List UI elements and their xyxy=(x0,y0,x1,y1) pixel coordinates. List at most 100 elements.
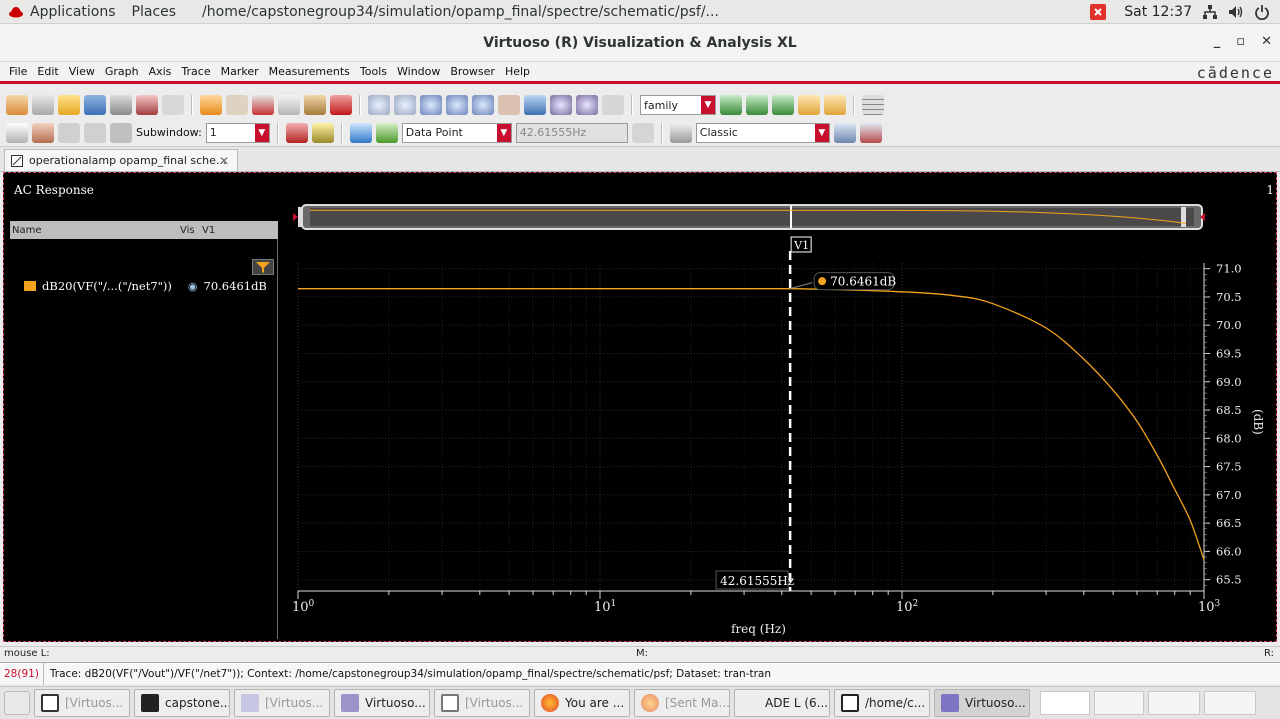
zoom-fit-icon[interactable] xyxy=(420,95,442,115)
style-select[interactable]: Classic ▼ xyxy=(695,122,830,143)
scroll-left-icon[interactable] xyxy=(293,213,298,221)
legend-trace-row[interactable]: dB20(VF("/...("/net7")) ◉ 70.6461dB xyxy=(24,279,267,293)
zoom-x-icon[interactable] xyxy=(446,95,468,115)
zoom-out-icon[interactable] xyxy=(394,95,416,115)
close-button[interactable]: ✕ xyxy=(1261,34,1272,49)
menu-measurements[interactable]: Measurements xyxy=(264,65,355,78)
task-virtuoso-1[interactable]: [Virtuos... xyxy=(34,689,130,717)
trace-color-swatch[interactable] xyxy=(24,281,36,291)
task-virtuoso-4[interactable]: [Virtuos... xyxy=(434,689,530,717)
next-marker-icon[interactable] xyxy=(375,122,398,143)
vertical-split-icon[interactable] xyxy=(84,122,106,143)
pointer-mode-icon[interactable] xyxy=(6,122,28,143)
workspace-1[interactable] xyxy=(1040,691,1090,715)
chevron-down-icon[interactable]: ▼ xyxy=(701,96,715,114)
family-select[interactable]: family ▼ xyxy=(640,95,716,115)
task-virtuoso-2[interactable]: [Virtuos... xyxy=(234,689,330,717)
task-terminal[interactable]: capstone... xyxy=(134,689,230,717)
applications-menu[interactable]: Applications xyxy=(0,0,124,24)
redo-icon[interactable] xyxy=(226,95,248,115)
paste-icon[interactable] xyxy=(304,95,326,115)
grid-toggle-icon[interactable] xyxy=(862,95,884,115)
previous-marker-icon[interactable] xyxy=(349,122,372,143)
open-folder-icon[interactable] xyxy=(58,95,80,115)
task-virtuoso-active[interactable]: Virtuoso... xyxy=(934,689,1030,717)
calculator-icon[interactable] xyxy=(669,122,692,143)
clock[interactable]: Sat 12:37 xyxy=(1124,4,1192,20)
delete-icon[interactable] xyxy=(330,95,352,115)
places-menu[interactable]: Places xyxy=(124,0,185,24)
power-icon[interactable] xyxy=(1254,4,1270,20)
window-list-icon[interactable] xyxy=(833,122,856,143)
menu-tools[interactable]: Tools xyxy=(355,65,392,78)
zoom-reset-icon[interactable] xyxy=(576,95,598,115)
legend-col-name[interactable]: Name xyxy=(12,225,42,236)
scroller-right-handle[interactable] xyxy=(1181,207,1186,227)
menu-browser[interactable]: Browser xyxy=(445,65,500,78)
legend-col-vis[interactable]: Vis xyxy=(180,225,195,236)
browser-icon[interactable] xyxy=(162,95,184,115)
print-icon[interactable] xyxy=(110,95,132,115)
undo-icon[interactable] xyxy=(200,95,222,115)
chevron-down-icon[interactable]: ▼ xyxy=(496,123,511,142)
menu-file[interactable]: File xyxy=(4,65,32,78)
zoom-y-icon[interactable] xyxy=(472,95,494,115)
chevron-down-icon[interactable]: ▼ xyxy=(814,123,829,142)
workspace-4[interactable] xyxy=(1204,691,1256,715)
plot-icon[interactable] xyxy=(136,95,158,115)
close-icon[interactable]: ✕ xyxy=(219,154,229,168)
alert-icon[interactable] xyxy=(1090,4,1107,20)
menu-marker[interactable]: Marker xyxy=(216,65,264,78)
bookmark-icon[interactable] xyxy=(285,122,308,143)
horizontal-split-icon[interactable] xyxy=(58,122,80,143)
show-desktop-icon[interactable] xyxy=(4,691,30,715)
menu-help[interactable]: Help xyxy=(500,65,535,78)
overview-scroller[interactable] xyxy=(293,204,1205,230)
ac-response-chart[interactable]: 71.0 70.5 70.0 69.5 69.0 68.5 68.0 67.5 67.0 66.5… xyxy=(276,173,1276,643)
visibility-eye-icon[interactable]: ◉ xyxy=(188,280,198,293)
scroller-left-handle[interactable] xyxy=(298,207,303,227)
menu-axis[interactable]: Axis xyxy=(144,65,177,78)
magnify-icon[interactable] xyxy=(602,95,624,115)
menu-edit[interactable]: Edit xyxy=(32,65,63,78)
info-balloon-icon[interactable] xyxy=(311,122,334,143)
marker-layer[interactable]: V1 70.6461dB 42.61555Hz xyxy=(715,236,896,591)
pan-icon[interactable] xyxy=(498,95,520,115)
network-icon[interactable] xyxy=(1202,4,1218,20)
workspace-2[interactable] xyxy=(1094,691,1144,715)
marker-value-field[interactable]: 42.61555Hz xyxy=(515,122,628,143)
composite-chart-icon[interactable] xyxy=(746,95,768,115)
marker-type-select[interactable]: Data Point ▼ xyxy=(401,122,512,143)
tab-operationalamp[interactable]: operationalamp opamp_final sche... ✕ xyxy=(4,149,238,171)
new-window-icon[interactable] xyxy=(6,95,28,115)
task-firefox-mail[interactable]: [Sent Ma... xyxy=(634,689,730,717)
legend-col-v1[interactable]: V1 xyxy=(202,225,215,236)
hide-window-icon[interactable] xyxy=(859,122,882,143)
maximize-button[interactable]: ▫ xyxy=(1236,34,1245,49)
strip-chart-icon[interactable] xyxy=(720,95,742,115)
cut-icon[interactable] xyxy=(252,95,274,115)
menu-trace[interactable]: Trace xyxy=(176,65,215,78)
task-firefox[interactable]: You are ... xyxy=(534,689,630,717)
task-ade-l[interactable]: ADE L (6... xyxy=(734,689,830,717)
new-subwindow-icon[interactable] xyxy=(32,95,54,115)
zoom-area-icon[interactable] xyxy=(550,95,572,115)
menu-window[interactable]: Window xyxy=(392,65,445,78)
task-virtuoso-3[interactable]: Virtuoso... xyxy=(334,689,430,717)
save-icon[interactable] xyxy=(84,95,106,115)
bar-chart-icon[interactable] xyxy=(631,122,654,143)
chevron-down-icon[interactable]: ▼ xyxy=(254,123,269,142)
plot-window[interactable]: AC Response 1 Name Vis V1 dB20(VF("/...(… xyxy=(3,172,1277,642)
chart-add-icon[interactable] xyxy=(798,95,820,115)
zoom-box-icon[interactable] xyxy=(524,95,546,115)
menu-view[interactable]: View xyxy=(64,65,100,78)
volume-icon[interactable] xyxy=(1228,4,1244,20)
zoom-in-icon[interactable] xyxy=(368,95,390,115)
subwindow-select[interactable]: 1 ▼ xyxy=(205,122,270,143)
chart-options-icon[interactable] xyxy=(824,95,846,115)
minimize-button[interactable]: _ xyxy=(1214,34,1221,49)
card-layout-icon[interactable] xyxy=(32,122,54,143)
workspace-3[interactable] xyxy=(1148,691,1200,715)
tile-layout-icon[interactable] xyxy=(110,122,132,143)
trace-line[interactable] xyxy=(298,287,1205,561)
